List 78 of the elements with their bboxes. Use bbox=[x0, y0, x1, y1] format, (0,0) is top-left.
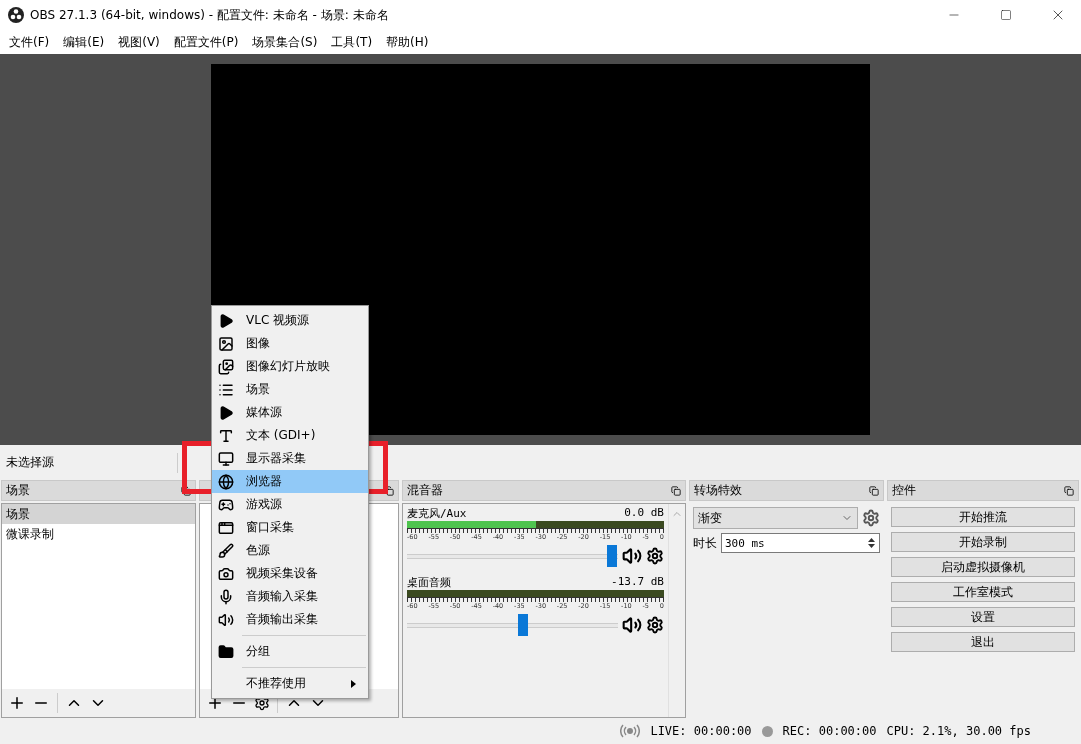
float-icon[interactable] bbox=[181, 485, 191, 496]
menu-option[interactable]: 浏览器 bbox=[212, 470, 368, 493]
record-icon bbox=[761, 725, 773, 737]
globe-icon bbox=[218, 473, 234, 490]
menu-item[interactable]: 编辑(E) bbox=[56, 31, 112, 53]
submenu-arrow-icon bbox=[351, 679, 356, 688]
maximize-icon[interactable] bbox=[1000, 9, 1012, 21]
menu-option[interactable]: 文本 (GDI+) bbox=[212, 424, 368, 447]
window-title: OBS 27.1.3 (64-bit, windows) - 配置文件: 未命名 - 场景: 未命名 bbox=[30, 6, 390, 24]
spin-arrows-icon[interactable] bbox=[867, 536, 876, 550]
duration-field[interactable]: 300 ms bbox=[721, 533, 880, 553]
menu-option[interactable]: 视频采集设备 bbox=[212, 562, 368, 585]
control-button[interactable]: 开始推流 bbox=[891, 507, 1075, 527]
menu-item[interactable]: 场景集合(S) bbox=[245, 31, 325, 53]
menu-item[interactable]: 帮助(H) bbox=[379, 31, 436, 53]
menu-option[interactable]: 图像幻灯片放映 bbox=[212, 355, 368, 378]
scene-item[interactable]: 场景 bbox=[2, 504, 195, 524]
logo-icon bbox=[8, 7, 24, 23]
settings-icon[interactable] bbox=[646, 547, 664, 565]
transition-select[interactable]: 渐变 bbox=[693, 507, 858, 529]
menu-item[interactable]: 配置文件(P) bbox=[166, 31, 246, 53]
folder-icon bbox=[218, 643, 234, 660]
play-icon bbox=[218, 404, 234, 421]
control-button[interactable]: 工作室模式 bbox=[891, 582, 1075, 602]
speaker-icon[interactable] bbox=[622, 615, 642, 635]
speaker-icon bbox=[218, 611, 234, 628]
dock-title: 混音器 bbox=[407, 482, 443, 499]
menu-option[interactable]: 场景 bbox=[212, 378, 368, 401]
float-icon[interactable] bbox=[671, 485, 681, 496]
menu-item[interactable]: 文件(F) bbox=[2, 31, 57, 53]
channel-name: 麦克风/Aux bbox=[407, 506, 467, 521]
menu-item[interactable]: 视图(V) bbox=[111, 31, 167, 53]
menu-option[interactable]: 音频输入采集 bbox=[212, 585, 368, 608]
settings-icon[interactable] bbox=[646, 616, 664, 634]
brush-icon bbox=[218, 542, 234, 559]
menu-option[interactable]: 不推荐使用 bbox=[212, 672, 368, 695]
menu-option[interactable]: 显示器采集 bbox=[212, 447, 368, 470]
images-icon bbox=[218, 358, 234, 375]
source-status: 未选择源 bbox=[6, 454, 54, 471]
play-icon bbox=[218, 312, 234, 329]
broadcast-icon bbox=[620, 724, 641, 738]
float-icon[interactable] bbox=[384, 485, 394, 496]
menu-option[interactable]: 媒体源 bbox=[212, 401, 368, 424]
image-icon bbox=[218, 335, 234, 352]
scene-item[interactable]: 微课录制 bbox=[2, 524, 195, 544]
control-button[interactable]: 开始录制 bbox=[891, 532, 1075, 552]
window-icon bbox=[218, 519, 234, 536]
channel-name: 桌面音频 bbox=[407, 575, 451, 590]
menu-option[interactable]: 音频输出采集 bbox=[212, 608, 368, 631]
menu-option[interactable]: 窗口采集 bbox=[212, 516, 368, 539]
volume-reading: 0.0 dB bbox=[624, 506, 664, 521]
camera-icon bbox=[218, 565, 234, 582]
cpu-fps: CPU: 2.1%, 30.00 fps bbox=[886, 724, 1031, 738]
text-icon bbox=[218, 427, 234, 444]
control-button[interactable]: 退出 bbox=[891, 632, 1075, 652]
float-icon[interactable] bbox=[1064, 485, 1074, 496]
rec-timer: REC: 00:00:00 bbox=[782, 724, 877, 738]
dock-title: 场景 bbox=[6, 482, 30, 499]
speaker-icon[interactable] bbox=[622, 546, 642, 566]
dock-title: 转场特效 bbox=[694, 482, 742, 499]
menu-option[interactable]: 色源 bbox=[212, 539, 368, 562]
dock-title: 控件 bbox=[892, 482, 916, 499]
menu-option[interactable]: 游戏源 bbox=[212, 493, 368, 516]
menu-option[interactable]: 图像 bbox=[212, 332, 368, 355]
settings-icon[interactable] bbox=[862, 509, 880, 527]
float-icon[interactable] bbox=[869, 485, 879, 496]
menu-option[interactable]: 分组 bbox=[212, 640, 368, 663]
slider-thumb[interactable] bbox=[606, 545, 617, 567]
live-timer: LIVE: 00:00:00 bbox=[650, 724, 752, 738]
menu-option[interactable]: VLC 视频源 bbox=[212, 309, 368, 332]
microphone-icon bbox=[218, 588, 234, 605]
slider-thumb[interactable] bbox=[518, 614, 529, 636]
menu-item[interactable]: 工具(T) bbox=[324, 31, 380, 53]
duration-label: 时长 bbox=[693, 534, 717, 552]
monitor-icon bbox=[218, 450, 234, 467]
control-button[interactable]: 设置 bbox=[891, 607, 1075, 627]
control-button[interactable]: 启动虚拟摄像机 bbox=[891, 557, 1075, 577]
volume-reading: -13.7 dB bbox=[611, 575, 664, 590]
